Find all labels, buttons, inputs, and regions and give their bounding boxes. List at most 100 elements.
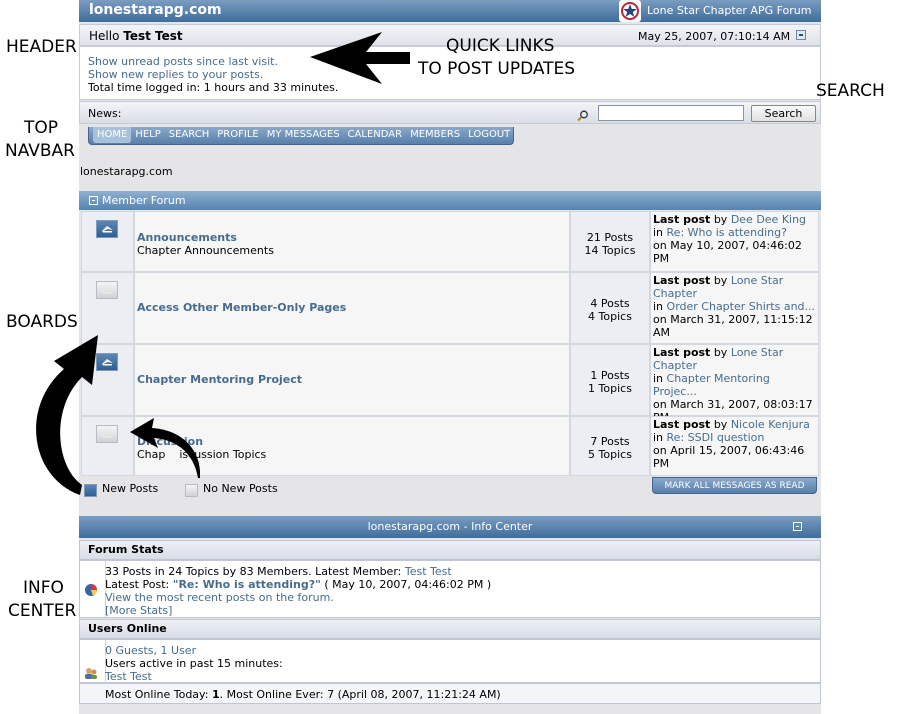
nav-tab-logout[interactable]: LOGOUT (464, 127, 514, 143)
nav-tab-help[interactable]: HELP (131, 127, 164, 143)
legend-arrow-icon (130, 418, 201, 478)
collapse-info-icon[interactable] (793, 522, 802, 531)
board-name[interactable]: Chapter Mentoring Project (137, 373, 302, 386)
last-post-in: in (653, 372, 664, 385)
last-post-label: Last post (653, 213, 711, 226)
user-name: Test Test (123, 29, 183, 43)
board-topics: 1 Topics (588, 382, 632, 395)
most-online-row: Most Online Today: 1. Most Online Ever: … (79, 683, 821, 704)
board-description: Chapter Announcements (137, 243, 274, 257)
last-post-info: Last post by Dee Dee King in Re: Who is … (653, 213, 817, 265)
board-topics: 14 Topics (584, 243, 636, 257)
top-navbar: HOME HELP SEARCH PROFILE MY MESSAGES CALENDAR… (88, 127, 514, 145)
current-datetime: May 25, 2007, 07:10:14 AM (638, 30, 791, 43)
board-posts: 4 Posts (590, 297, 630, 310)
last-post-in: in (653, 226, 664, 239)
latest-post-date: ( May 10, 2007, 04:46:02 PM ) (324, 578, 492, 591)
board-posts: 7 Posts (590, 435, 630, 448)
search-input[interactable] (598, 105, 744, 121)
more-stats-link[interactable]: [More Stats] (105, 604, 172, 617)
last-post-topic[interactable]: Chapter Mentoring Projec... (653, 372, 770, 398)
nav-tab-search[interactable]: SEARCH (165, 127, 213, 143)
last-post-date: on April 15, 2007, 06:43:46 PM (653, 444, 805, 470)
boards-arrow-icon (36, 335, 98, 495)
nav-tab-calendar[interactable]: CALENDAR (344, 127, 407, 143)
annotation-header: HEADER (6, 37, 77, 57)
board-posts: 21 Posts (586, 230, 634, 244)
last-post-author[interactable]: Dee Dee King (731, 213, 806, 226)
no-new-posts-icon[interactable] (96, 281, 118, 299)
info-center-header: lonestarapg.com - Info Center (79, 516, 821, 538)
latest-post-label: Latest Post: (105, 578, 170, 591)
active-user-link[interactable]: Test Test (105, 670, 152, 683)
last-post-author[interactable]: Nicole Kenjura (731, 418, 810, 431)
nav-tab-members[interactable]: MEMBERS (406, 127, 464, 143)
last-post-by: by (713, 418, 728, 431)
last-post-info: Last post by Nicole Kenjura in Re: SSDI … (653, 418, 817, 470)
annotation-search: SEARCH (816, 81, 885, 101)
recent-posts-link[interactable]: View the most recent posts on the forum. (105, 591, 334, 604)
nav-tab-home[interactable]: HOME (93, 127, 132, 143)
new-posts-icon[interactable] (96, 220, 118, 238)
search-button[interactable]: Search (751, 105, 816, 122)
search-icon (577, 110, 589, 125)
board-row: Chapter Mentoring Project 1 Posts 1 Topi… (79, 344, 821, 424)
annotation-quick-links-2: TO POST UPDATES (418, 59, 576, 79)
board-topics: 5 Topics (588, 448, 632, 461)
board-name[interactable]: Announcements (137, 231, 237, 244)
last-post-date: on March 31, 2007, 11:15:12 AM (653, 313, 813, 339)
breadcrumb[interactable]: lonestarapg.com (80, 165, 173, 178)
users-online-icon (84, 667, 98, 683)
no-new-posts-legend-icon (185, 484, 198, 497)
category-header: Member Forum (79, 191, 821, 210)
last-post-label: Last post (653, 274, 711, 287)
quick-links-arrow-icon (310, 32, 410, 84)
no-new-posts-legend: No New Posts (203, 482, 278, 495)
users-online-heading: Users Online (79, 619, 821, 639)
most-online-ever: . Most Online Ever: 7 (April 08, 2007, 1… (219, 688, 501, 701)
last-post-in: in (653, 300, 664, 313)
forum-stats-body: 33 Posts in 24 Topics by 83 Members. Lat… (79, 560, 821, 619)
board-row: Access Other Member-Only Pages 4 Posts 4… (79, 272, 821, 344)
most-online-today: 1 (211, 688, 220, 701)
board-topics: 4 Topics (588, 310, 632, 323)
news-bar: News: Search (79, 101, 821, 124)
time-logged: Total time logged in: 1 hours and 33 min… (88, 81, 339, 94)
news-label: News: (88, 107, 122, 120)
last-post-info: Last post by Lone Star Chapter in Order … (653, 274, 817, 339)
show-replies-link[interactable]: Show new replies to your posts. (88, 68, 263, 81)
mark-all-read-button[interactable]: MARK ALL MESSAGES AS READ (652, 477, 817, 494)
last-post-in: in (653, 431, 664, 444)
latest-member-link[interactable]: Test Test (405, 565, 452, 578)
category-title[interactable]: Member Forum (102, 194, 186, 207)
last-post-topic[interactable]: Order Chapter Shirts and... (667, 300, 816, 313)
site-title-bar: lonestarapg.com Lone Star Chapter APG Fo… (79, 0, 821, 22)
annotation-info-2: CENTER (8, 601, 77, 621)
last-post-label: Last post (653, 346, 711, 359)
guests-users-link[interactable]: 0 Guests, 1 User (105, 644, 196, 657)
board-posts: 1 Posts (590, 369, 630, 382)
annotation-info-1: INFO (23, 578, 64, 598)
last-post-by: by (713, 346, 728, 359)
collapse-header-icon[interactable] (796, 30, 806, 40)
nav-tab-profile[interactable]: PROFILE (213, 127, 262, 143)
forum-name: Lone Star Chapter APG Forum (647, 4, 812, 17)
info-center-title: lonestarapg.com - Info Center (367, 520, 533, 533)
active-users-label: Users active in past 15 minutes: (105, 657, 283, 670)
latest-post-link[interactable]: "Re: Who is attending?" (173, 578, 321, 591)
collapse-category-icon[interactable] (89, 196, 98, 205)
annotation-top-2: NAVBAR (5, 141, 75, 161)
show-unread-link[interactable]: Show unread posts since last visit. (88, 55, 278, 68)
board-name[interactable]: Access Other Member-Only Pages (137, 301, 346, 314)
forum-frame: lonestarapg.com Lone Star Chapter APG Fo… (79, 0, 821, 714)
last-post-date: on May 10, 2007, 04:46:02 PM (653, 239, 802, 265)
chapter-logo-icon (619, 0, 641, 22)
last-post-label: Last post (653, 418, 711, 431)
annotation-quick-links-1: QUICK LINKS (446, 36, 555, 56)
site-title[interactable]: lonestarapg.com (89, 2, 222, 18)
nav-tabs: HOME HELP SEARCH PROFILE MY MESSAGES CALENDAR… (93, 127, 514, 143)
last-post-topic[interactable]: Re: Who is attending? (667, 226, 787, 239)
nav-tab-my-messages[interactable]: MY MESSAGES (263, 127, 344, 143)
last-post-topic[interactable]: Re: SSDI question (667, 431, 765, 444)
forum-stats-heading: Forum Stats (79, 540, 821, 560)
